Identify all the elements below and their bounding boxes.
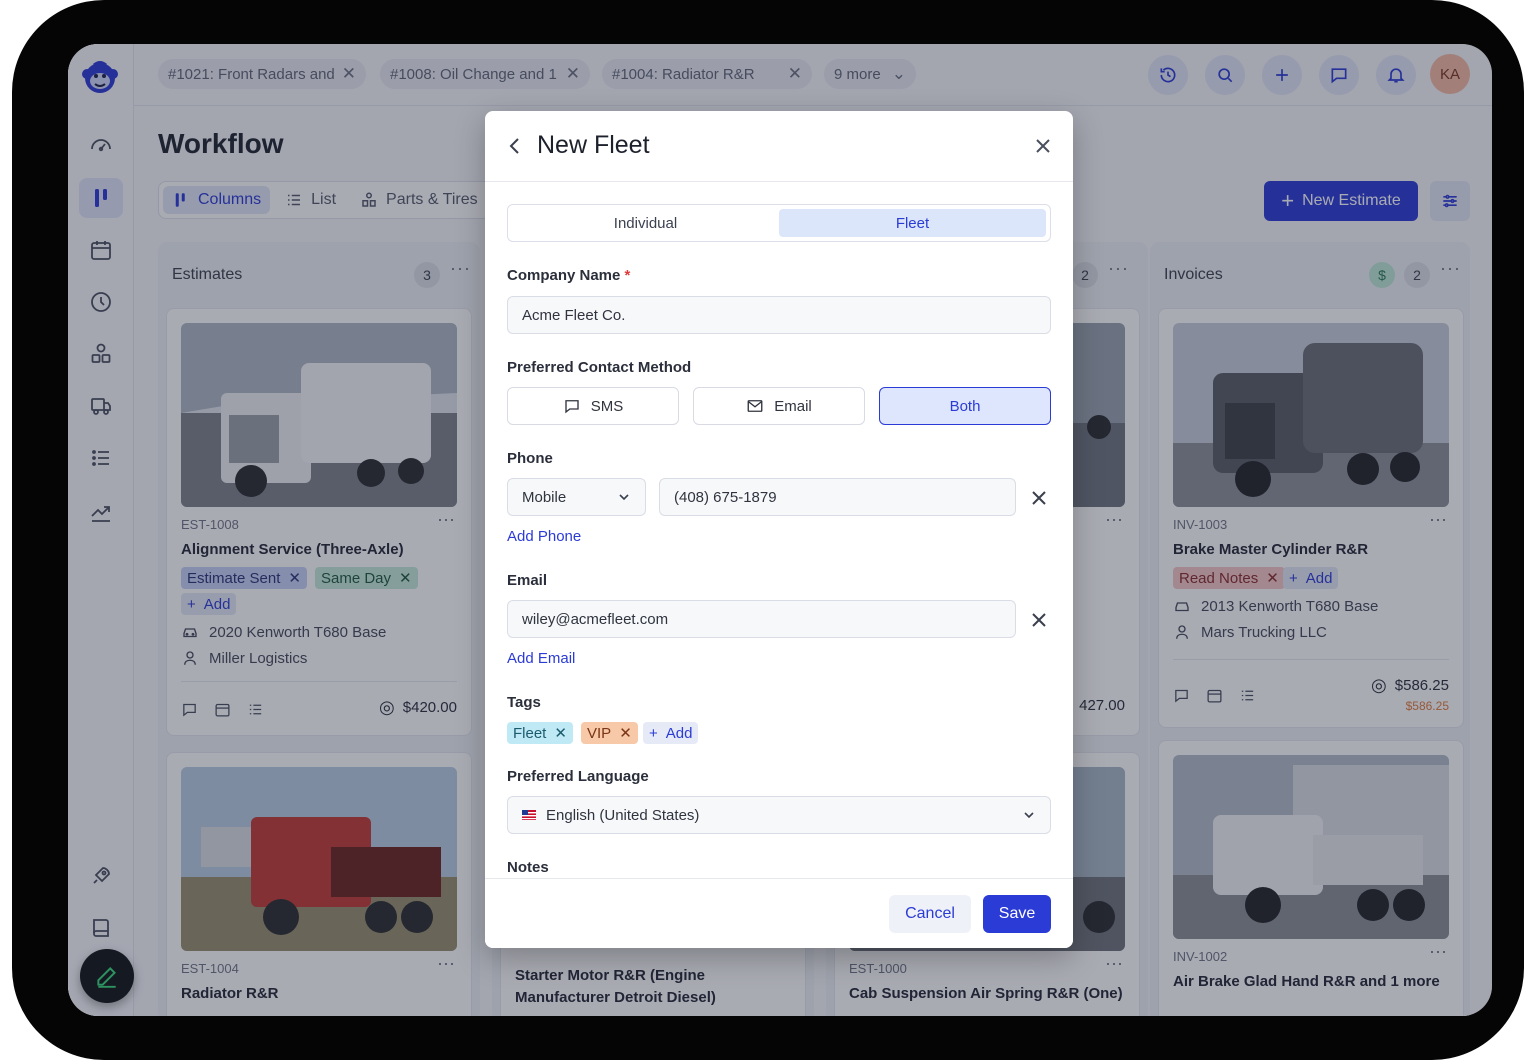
modal-footer: Cancel Save [485, 878, 1073, 948]
close-icon[interactable]: ✕ [554, 724, 567, 742]
phone-label: Phone [507, 450, 553, 467]
option-label: Email [774, 397, 812, 415]
contact-both-button[interactable]: Both [879, 387, 1051, 425]
phone-type-select[interactable]: Mobile [507, 478, 646, 516]
tags-label: Tags [507, 694, 541, 711]
add-phone-link[interactable]: Add Phone [507, 528, 581, 545]
add-tag-button[interactable]: + Add [643, 722, 699, 744]
tag-label: Fleet [513, 724, 547, 742]
new-fleet-modal: New Fleet Individual Fleet Company Name … [485, 111, 1073, 948]
option-label: Both [949, 397, 981, 415]
chat-icon [565, 400, 579, 414]
add-email-link[interactable]: Add Email [507, 650, 575, 667]
contact-email-button[interactable]: Email [693, 387, 865, 425]
phone-type-value: Mobile [522, 488, 567, 506]
device-frame: #1021: Front Radars and ✕ #1008: Oil Cha… [12, 0, 1524, 1060]
modal-header: New Fleet [485, 111, 1073, 182]
required-asterisk: * [624, 267, 631, 284]
segment-fleet[interactable]: Fleet [779, 209, 1046, 237]
cancel-button[interactable]: Cancel [889, 895, 971, 933]
chevron-down-icon [619, 494, 629, 501]
contact-method-label: Preferred Contact Method [507, 359, 692, 376]
chevron-down-icon [1024, 812, 1034, 819]
email-input[interactable]: wiley@acmefleet.com [507, 600, 1016, 638]
language-label: Preferred Language [507, 768, 649, 785]
phone-number-input[interactable]: (408) 675-1879 [659, 478, 1016, 516]
label-text: Company Name [507, 267, 621, 284]
plus-icon: + [649, 724, 658, 742]
add-label: Add [665, 724, 693, 742]
app-screen: #1021: Front Radars and ✕ #1008: Oil Cha… [68, 44, 1492, 1016]
notes-label: Notes [507, 859, 549, 876]
company-name-label: Company Name * [507, 267, 630, 284]
envelope-icon [747, 400, 763, 412]
remove-phone-icon[interactable] [1031, 490, 1047, 506]
us-flag-icon [522, 810, 536, 820]
remove-email-icon[interactable] [1031, 612, 1047, 628]
tag-vip[interactable]: VIP ✕ [581, 722, 638, 744]
segment-individual[interactable]: Individual [512, 209, 779, 237]
option-label: SMS [590, 397, 624, 415]
close-icon[interactable] [1033, 136, 1053, 156]
language-value: English (United States) [546, 806, 700, 824]
contact-sms-button[interactable]: SMS [507, 387, 679, 425]
language-select[interactable]: English (United States) [507, 796, 1051, 834]
tag-label: VIP [587, 724, 612, 742]
chevron-left-icon[interactable] [505, 135, 525, 157]
email-label: Email [507, 572, 548, 589]
tag-fleet[interactable]: Fleet ✕ [507, 722, 573, 744]
company-name-input[interactable]: Acme Fleet Co. [507, 296, 1051, 334]
save-button[interactable]: Save [983, 895, 1051, 933]
language-selected: English (United States) [522, 807, 699, 824]
customer-type-toggle: Individual Fleet [507, 204, 1051, 242]
close-icon[interactable]: ✕ [619, 724, 632, 742]
modal-title: New Fleet [537, 131, 650, 159]
